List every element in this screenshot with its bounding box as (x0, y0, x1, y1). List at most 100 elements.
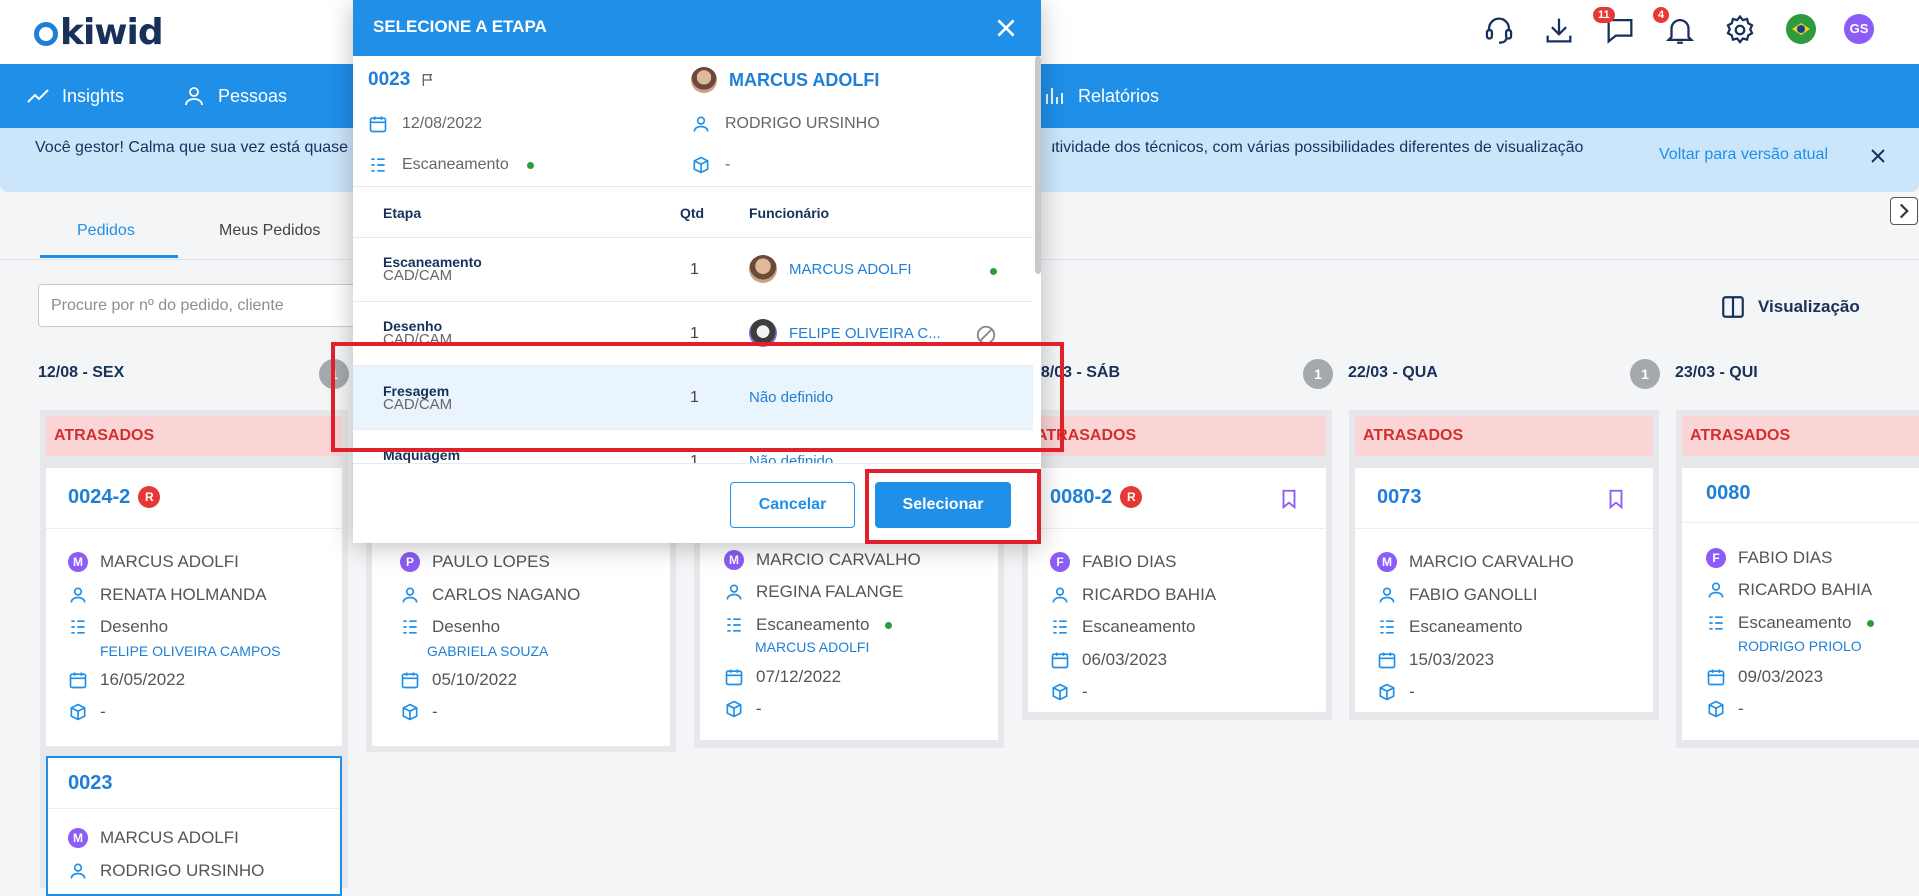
late-header: ATRASADOS (1028, 416, 1326, 456)
tab-meus-pedidos[interactable]: Meus Pedidos (219, 222, 320, 240)
columns-icon (1722, 296, 1744, 318)
box-icon (1708, 700, 1724, 718)
box-icon (402, 703, 418, 721)
close-icon[interactable] (1866, 144, 1890, 168)
col-header-qty: Qtd (680, 205, 705, 221)
tab-pedidos[interactable]: Pedidos (77, 222, 135, 240)
box-icon (693, 156, 709, 174)
stage-list-icon (403, 620, 417, 634)
close-icon[interactable] (993, 15, 1019, 41)
nav-pessoas[interactable]: Pessoas (182, 64, 287, 128)
column-count: 1 (319, 359, 349, 389)
calendar-icon (1051, 652, 1069, 669)
stage-row[interactable]: Escaneamento CAD/CAM 1 MARCUS ADOLFI (353, 238, 1033, 302)
rework-badge: R (1120, 486, 1143, 508)
brazil-flag-icon[interactable] (1786, 14, 1816, 44)
order-card-selected[interactable]: 0023 M MARCUS ADOLFI RODRIGO URSINHO (46, 756, 342, 896)
order-card[interactable]: 0080 F FABIO DIAS RICARDO BAHIA Escaneame… (1682, 468, 1919, 740)
bookmark-icon[interactable] (1605, 488, 1627, 510)
employee-photo (691, 67, 717, 93)
late-header: ATRASADOS (46, 416, 342, 456)
person-icon (1052, 587, 1068, 603)
nav-insights[interactable]: Insights (26, 64, 124, 128)
order-id: 0080-2 (1050, 486, 1113, 508)
assignee[interactable]: MARCUS ADOLFI (755, 639, 869, 655)
notification-badge: 4 (1653, 7, 1670, 23)
employee-name: MARCUS ADOLFI (729, 69, 880, 90)
late-header: ATRASADOS (1682, 416, 1919, 456)
stage-list-icon (71, 620, 85, 634)
search-input[interactable]: Procure por nº do pedido, cliente (38, 284, 358, 327)
current-stage: Escaneamento (402, 156, 509, 173)
calendar-icon (69, 672, 87, 689)
chat-icon[interactable]: 11 (1593, 7, 1637, 47)
calendar-icon (725, 669, 743, 686)
calendar-icon (369, 116, 387, 133)
download-icon[interactable] (1542, 13, 1576, 47)
order-id: 0023 (68, 772, 113, 794)
column-date: 22/03 - QUA (1348, 364, 1438, 381)
person-icon (726, 584, 742, 600)
box-icon (1379, 683, 1395, 701)
assignee[interactable]: RODRIGO PRIOLO (1738, 638, 1862, 654)
modal-footer: Cancelar Selecionar (353, 463, 1041, 543)
person-icon (402, 587, 418, 603)
stage-row-selected[interactable]: Fresagem CAD/CAM 1 Não definido (353, 366, 1033, 430)
column-count: 1 (1630, 359, 1660, 389)
user-avatar[interactable]: GS (1844, 14, 1874, 44)
person-icon (693, 116, 709, 132)
calendar-icon (1378, 652, 1396, 669)
view-toggle[interactable]: Visualização (1720, 294, 1860, 320)
status-dot (990, 268, 997, 275)
assignee[interactable]: FELIPE OLIVEIRA CAMPOS (100, 643, 281, 659)
gear-icon[interactable] (1723, 13, 1757, 47)
select-stage-modal: SELECIONE A ETAPA 0023 MARCUS ADOLFI 12/… (353, 0, 1041, 543)
column-date: 18/03 - SÁB (1032, 364, 1121, 381)
order-id: 0080 (1706, 482, 1751, 504)
expand-panel-button[interactable] (1890, 197, 1918, 225)
bell-icon[interactable]: 4 (1653, 7, 1697, 47)
select-button[interactable]: Selecionar (875, 482, 1011, 528)
calendar-icon (1707, 669, 1725, 686)
box-icon (70, 703, 86, 721)
col-header-stage: Etapa (383, 205, 422, 221)
cancel-button[interactable]: Cancelar (730, 482, 855, 528)
person-icon (1708, 582, 1724, 598)
order-id: 0024-2 (68, 486, 131, 508)
report-icon (1046, 88, 1063, 104)
support-headset-icon[interactable] (1482, 13, 1516, 47)
status-dot (1867, 619, 1875, 627)
order-id: 0073 (1377, 486, 1422, 508)
order-card[interactable]: 0080-2 R F FABIO DIAS RICARDO BAHIA Escane… (1028, 468, 1326, 712)
column-count: 1 (1303, 359, 1333, 389)
bookmark-icon[interactable] (1278, 488, 1300, 510)
back-to-current-version-link[interactable]: Voltar para versão atual (1659, 146, 1828, 164)
client-name: RODRIGO URSINHO (725, 115, 880, 132)
stage-list-icon (1053, 620, 1067, 634)
kiwid-logo[interactable]: kiwid (34, 12, 164, 53)
nav-relatorios[interactable]: Relatórios (1042, 64, 1159, 128)
order-card[interactable]: 0073 M MARCIO CARVALHO FABIO GANOLLI Esca… (1355, 468, 1653, 712)
stage-row[interactable]: Desenho CAD/CAM 1 FELIPE OLIVEIRA C... (353, 302, 1033, 366)
modal-scrollbar[interactable] (1035, 56, 1041, 274)
status-dot (526, 161, 534, 169)
box-icon (726, 700, 742, 718)
flag-icon (422, 74, 433, 86)
order-date: 12/08/2022 (402, 115, 483, 132)
person-icon (70, 863, 86, 879)
col-header-employee: Funcionário (749, 205, 830, 221)
rework-badge: R (138, 486, 161, 508)
trend-icon (27, 89, 49, 103)
late-header: ATRASADOS (1355, 416, 1653, 456)
stage-list-icon (727, 618, 741, 632)
column-date: 12/08 - SEX (38, 364, 125, 381)
modal-title: SELECIONE A ETAPA (353, 0, 1041, 56)
calendar-icon (401, 672, 419, 689)
order-card[interactable]: 0024-2 R M MARCUS ADOLFI RENATA HOLMANDA D… (46, 468, 342, 746)
assignee[interactable]: GABRIELA SOUZA (427, 643, 548, 659)
stage-list-icon (1380, 620, 1394, 634)
person-icon (1379, 587, 1395, 603)
chevron-right-icon (1899, 203, 1909, 219)
box-icon (1052, 683, 1068, 701)
person-icon (185, 87, 203, 106)
